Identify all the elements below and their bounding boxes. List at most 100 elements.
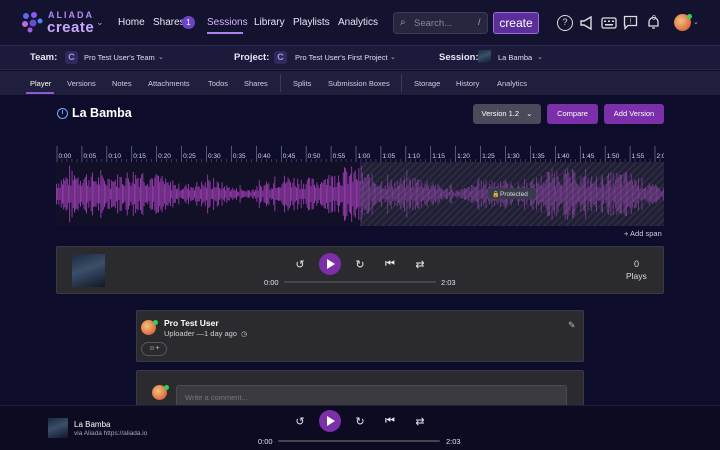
waveform-bar: [129, 182, 131, 206]
tab-storage[interactable]: Storage: [414, 79, 440, 88]
waveform-bar: [310, 185, 312, 203]
team-chevron-down-icon[interactable]: ⌄: [158, 53, 164, 61]
tab-shares[interactable]: Shares: [244, 79, 268, 88]
waveform-bar: [126, 172, 128, 216]
version-dropdown[interactable]: Version 1.2 ⌄: [473, 104, 541, 124]
waveform-bar: [268, 182, 270, 206]
add-version-button[interactable]: Add Version: [604, 104, 664, 124]
waveform-bar: [176, 189, 177, 199]
waveform-bar: [233, 189, 235, 199]
waveform-bar: [327, 178, 329, 210]
waveform-bar: [95, 181, 97, 207]
waveform-bar: [107, 179, 109, 209]
rewind-icon[interactable]: ↺: [293, 258, 307, 271]
bottom-play-button[interactable]: [319, 410, 341, 432]
compare-button[interactable]: Compare: [547, 104, 598, 124]
megaphone-icon[interactable]: [579, 15, 595, 31]
account-chevron-down-icon[interactable]: ⌄: [693, 18, 699, 26]
session-chevron-down-icon[interactable]: ⌄: [537, 53, 543, 61]
bottom-progress-track[interactable]: [278, 440, 440, 442]
waveform-bar: [260, 185, 261, 203]
team-selector[interactable]: Pro Test User's Team: [84, 53, 155, 62]
tab-attachments[interactable]: Attachments: [148, 79, 190, 88]
bottom-rewind-icon[interactable]: ↺: [293, 415, 307, 428]
waveform-bar: [240, 189, 242, 199]
nav-playlists[interactable]: Playlists: [293, 17, 330, 28]
loop-icon[interactable]: ⇄: [413, 258, 427, 271]
waveform-bar: [212, 188, 213, 200]
waveform-bar: [324, 179, 326, 209]
waveform-bar: [83, 179, 85, 209]
bottom-skip-back-icon[interactable]: ⏮: [383, 415, 397, 428]
waveform-bar: [281, 184, 283, 204]
nav-analytics[interactable]: Analytics: [338, 17, 378, 28]
waveform-bar: [312, 178, 314, 209]
tab-splits[interactable]: Splits: [293, 79, 311, 88]
bottom-duration: 2:03: [446, 437, 461, 446]
feedback-icon[interactable]: !: [623, 15, 638, 30]
info-icon[interactable]: i: [57, 108, 68, 119]
nav-sessions[interactable]: Sessions: [207, 17, 248, 28]
comment-meta: Uploader —1 day ago ◷: [164, 329, 247, 338]
audio-waveform[interactable]: 🔒 Protected: [56, 162, 664, 226]
waveform-bar: [72, 180, 74, 208]
waveform-bar: [125, 178, 127, 210]
skip-back-icon[interactable]: ⏮: [383, 258, 397, 271]
tab-submission-boxes[interactable]: Submission Boxes: [328, 79, 390, 88]
bottom-forward-icon[interactable]: ↻: [353, 415, 367, 428]
timeline-tick-label: 1:10: [407, 153, 420, 160]
waveform-bar: [166, 182, 168, 206]
nav-shares[interactable]: Shares: [153, 17, 185, 28]
help-icon[interactable]: ?: [557, 15, 573, 31]
waveform-bar: [246, 190, 248, 198]
tab-versions[interactable]: Versions: [67, 79, 96, 88]
waveform-bar: [326, 185, 327, 203]
waveform-bar: [87, 185, 89, 203]
tab-history[interactable]: History: [456, 79, 479, 88]
session-selector[interactable]: La Bamba: [498, 53, 532, 62]
tab-notes[interactable]: Notes: [112, 79, 132, 88]
waveform-bar: [183, 188, 185, 200]
waveform-bar: [128, 178, 129, 210]
search-input[interactable]: [393, 12, 488, 34]
play-button[interactable]: [319, 253, 341, 275]
edit-icon[interactable]: ✎: [568, 320, 576, 331]
waveform-bar: [278, 187, 279, 202]
bottom-loop-icon[interactable]: ⇄: [413, 415, 427, 428]
progress-track[interactable]: [284, 281, 436, 283]
add-reaction-button[interactable]: ☺+: [141, 342, 167, 356]
brand-chevron-down-icon[interactable]: ⌄: [96, 17, 104, 28]
lock-icon: 🔒: [492, 190, 499, 198]
waveform-bar: [218, 182, 219, 206]
forward-icon[interactable]: ↻: [353, 258, 367, 271]
nav-library[interactable]: Library: [254, 17, 285, 28]
waveform-bar: [245, 191, 247, 197]
waveform-bar: [110, 188, 111, 200]
add-span-button[interactable]: + Add span: [624, 229, 662, 238]
waveform-bar: [320, 184, 321, 204]
waveform-bar: [213, 178, 215, 210]
waveform-bar: [149, 179, 151, 209]
waveform-bar: [123, 185, 125, 203]
tab-player[interactable]: Player: [30, 79, 51, 88]
waveform-bar: [339, 182, 341, 206]
tab-todos[interactable]: Todos: [208, 79, 228, 88]
waveform-timeline[interactable]: 0:00 0:05 0:10 0:15 0:20 0:25 0:30 0:35 0:40 0:45…: [56, 146, 664, 162]
project-selector[interactable]: Pro Test User's First Project: [295, 53, 388, 62]
aliada-logo-icon[interactable]: [20, 10, 44, 34]
tab-analytics[interactable]: Analytics: [497, 79, 527, 88]
waveform-bar: [203, 186, 205, 202]
waveform-bar: [318, 188, 320, 200]
waveform-bar: [280, 187, 282, 201]
keyboard-icon[interactable]: [601, 16, 617, 30]
waveform-bar: [69, 165, 71, 223]
create-button[interactable]: create: [493, 12, 539, 34]
bottom-current-time: 0:00: [258, 437, 273, 446]
nav-home[interactable]: Home: [118, 17, 145, 28]
timeline-tick-label: 0:55: [333, 153, 346, 160]
waveform-bar: [190, 186, 192, 202]
project-chevron-down-icon[interactable]: ⌄: [390, 53, 396, 61]
notifications-count: 0: [652, 15, 656, 22]
waveform-bar: [256, 186, 258, 202]
waveform-bar: [141, 174, 143, 214]
